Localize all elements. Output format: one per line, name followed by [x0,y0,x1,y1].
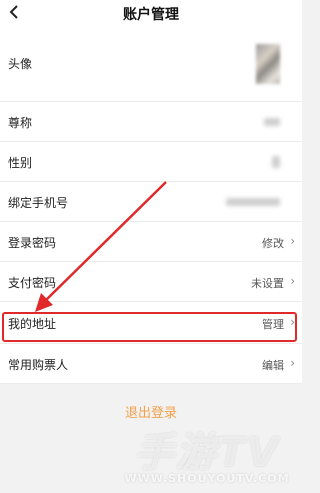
watermark-logo: 手游TV WWW.SHOUYOUTV.COM [122,420,292,490]
nav-bar: 账户管理 [0,0,302,26]
row-label-frequent-buyers: 常用购票人 [8,358,69,372]
chevron-right-icon: › [290,356,295,370]
chevron-right-icon: › [290,274,295,288]
row-gender[interactable]: 性别 [0,142,302,182]
row-login-password[interactable]: 登录密码 修改 › [0,222,302,262]
row-label-pay-password: 支付密码 [8,276,57,290]
row-nickname[interactable]: 尊称 [0,102,302,142]
row-label-avatar: 头像 [8,57,33,71]
page-title: 账户管理 [123,7,179,23]
avatar[interactable] [256,44,280,84]
watermark-url: WWW.SHOUYOUTV.COM [124,472,290,485]
chevron-right-icon: › [290,234,295,248]
row-label-nickname: 尊称 [8,116,33,130]
row-label-login-password: 登录密码 [8,236,57,250]
row-label-gender: 性别 [8,156,33,170]
row-phone[interactable]: 绑定手机号 [0,182,302,222]
blurred-value [264,118,280,126]
row-value-unset: 未设置 [251,277,284,290]
row-avatar[interactable]: 头像 [0,26,302,102]
blurred-value [226,198,280,206]
row-label-phone: 绑定手机号 [8,196,69,210]
row-value-edit: 编辑 [262,359,284,372]
row-frequent-buyers[interactable]: 常用购票人 编辑 › [0,344,302,384]
highlight-box [2,312,297,342]
row-value-modify: 修改 [262,237,284,250]
row-pay-password[interactable]: 支付密码 未设置 › [0,262,302,302]
blurred-value [272,156,280,168]
watermark-title: 手游TV [133,430,281,476]
